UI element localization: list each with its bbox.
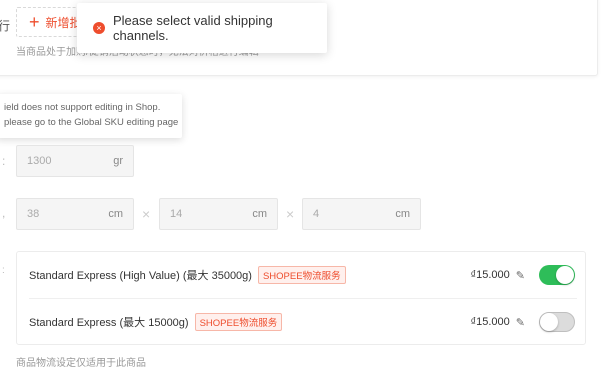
edit-pencil-icon[interactable]: ✎ <box>516 269 525 282</box>
channel-toggle[interactable] <box>539 265 575 285</box>
edit-pencil-icon[interactable]: ✎ <box>516 316 525 329</box>
error-toast: × Please select valid shipping channels. <box>77 3 327 53</box>
weight-value: 1300 <box>27 155 52 167</box>
cut-off-label: 行 <box>0 19 11 33</box>
shipping-channel-row: Standard Express (High Value) (最大 35000g… <box>17 252 587 298</box>
width-value: 14 <box>170 208 183 220</box>
times-separator: × <box>286 206 295 222</box>
page: 行 + 新增批 当商品处于加购/促销活动状态时，无法对价格进行编辑 × Plea… <box>0 0 602 373</box>
shipping-fee: ₫15.000 ✎ <box>470 269 525 282</box>
height-unit: cm <box>395 208 410 220</box>
width-input[interactable]: 14 cm <box>159 198 278 230</box>
shopee-logistics-badge: SHOPEE物流服务 <box>194 313 283 331</box>
shipping-fee: ₫15.000 ✎ <box>470 316 525 329</box>
toggle-knob <box>556 266 574 284</box>
tooltip-line-2: please go to the Global SKU editing page <box>4 117 179 128</box>
channel-name: Standard Express (最大 15000g) <box>29 317 189 329</box>
toggle-knob <box>540 313 558 331</box>
height-input[interactable]: 4 cm <box>302 198 421 230</box>
length-unit: cm <box>108 208 123 220</box>
height-value: 4 <box>313 208 320 220</box>
weight-input[interactable]: 1300 gr <box>16 145 134 177</box>
dimension-label-cut: , <box>2 206 6 220</box>
shipping-label-cut: : <box>2 265 5 276</box>
shopee-logistics-badge: SHOPEE物流服务 <box>257 266 346 284</box>
tooltip-line-1: ield does not support editing in Shop. <box>4 102 161 113</box>
toast-message: Please select valid shipping channels. <box>113 13 273 43</box>
shipping-channels-card: Standard Express (High Value) (最大 35000g… <box>16 251 586 345</box>
shipping-footer-note: 商品物流设定仅适用于此商品 <box>16 358 146 369</box>
channel-toggle[interactable] <box>539 312 575 332</box>
length-input[interactable]: 38 cm <box>16 198 134 230</box>
plus-icon: + <box>29 12 40 32</box>
length-value: 38 <box>27 208 40 220</box>
times-separator: × <box>142 206 151 222</box>
channel-name: Standard Express (High Value) (最大 35000g… <box>29 270 252 282</box>
fee-value: ₫15.000 <box>470 269 510 281</box>
weight-unit: gr <box>113 155 123 167</box>
error-circle-icon: × <box>93 22 105 34</box>
weight-label-cut: : <box>2 154 6 168</box>
global-sku-tooltip: ield does not support editing in Shop. p… <box>0 94 182 138</box>
fee-value: ₫15.000 <box>470 316 510 328</box>
shipping-channel-row: Standard Express (最大 15000g) SHOPEE物流服务 … <box>17 299 587 345</box>
width-unit: cm <box>252 208 267 220</box>
